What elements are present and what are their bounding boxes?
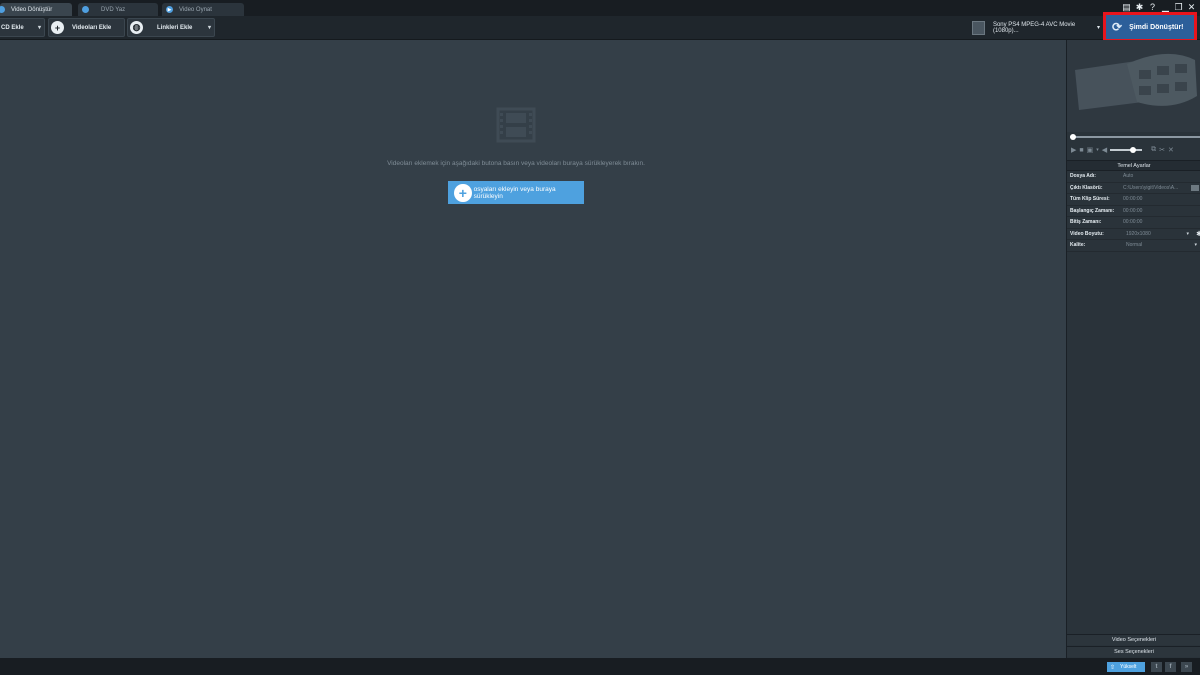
settings-row-quality: Kalite: Normal ▾ [1067, 240, 1200, 252]
basic-settings-header: Temel Ayarlar [1067, 160, 1200, 171]
chevron-down-icon: ▾ [1096, 25, 1100, 31]
convert-now-label: Şimdi Dönüştür! [1129, 23, 1184, 31]
volume-handle[interactable] [1129, 147, 1136, 153]
convert-highlight: ⟳ Şimdi Dönüştür! [1103, 12, 1197, 42]
folder-icon[interactable] [1191, 184, 1199, 191]
gear-icon[interactable]: ✱ [1196, 230, 1200, 238]
drop-hint-text: Videoları eklemek için aşağıdaki butona … [387, 160, 645, 167]
tab-video-convert[interactable]: Video Dönüştür [0, 3, 72, 16]
tab-label: Video Dönüştür [11, 6, 53, 13]
app-window: Video Dönüştür DVD Yaz ▶ Video Oynat ▤ ✱… [0, 0, 1200, 675]
plus-icon: + [454, 183, 472, 202]
settings-list: Dosya Adı: Auto Çıktı Klasörü: C:\Users\… [1067, 171, 1200, 252]
upgrade-button[interactable]: ⇧ Yükselt [1107, 662, 1145, 672]
chevron-down-icon: ▾ [1186, 230, 1189, 237]
add-videos-button[interactable]: + Videoları Ekle [48, 18, 125, 37]
chevron-down-icon[interactable]: ▾ [208, 24, 211, 31]
row-value: 1920x1080 [1126, 230, 1151, 237]
tools-icon[interactable]: ✕ [1168, 146, 1174, 154]
film-reel-icon [1075, 53, 1197, 110]
stop-icon[interactable]: ■ [1079, 147, 1083, 154]
settings-row-video-size: Video Boyutu: 1920x1080 ▾ ✱ [1067, 229, 1200, 240]
row-label: Tüm Klip Süresi: [1070, 196, 1110, 203]
row-value: C:\Users\yigit\Videos\A... [1123, 184, 1179, 191]
add-dvd-button[interactable]: CD Ekle ▾ [0, 18, 45, 37]
globe-icon: ◍ [130, 21, 143, 34]
add-links-label: Linkleri Ekle [157, 24, 193, 31]
row-label: Kalite: [1070, 242, 1086, 249]
seek-bar[interactable] [1070, 134, 1200, 140]
tab-label: Video Oynat [179, 6, 212, 13]
quality-select[interactable]: Normal ▾ [1121, 240, 1200, 251]
chevron-down-icon: ▾ [1194, 242, 1197, 249]
volume-slider[interactable] [1110, 147, 1143, 153]
volume-icon[interactable]: ◀ [1102, 146, 1107, 154]
row-label: Çıktı Klasörü: [1070, 184, 1103, 191]
add-links-button[interactable]: ◍ Linkleri Ekle ▾ [127, 18, 215, 37]
output-profile-select[interactable]: Sony PS4 MPEG-4 AVC Movie (1080p)... ▾ [972, 18, 1100, 37]
output-folder-field[interactable]: C:\Users\yigit\Videos\A... [1121, 183, 1200, 194]
play-icon: ▶ [166, 6, 173, 13]
volume-track [1110, 149, 1143, 151]
tab-dvd-burn[interactable]: DVD Yaz [78, 3, 158, 16]
row-label: Video Boyutu: [1070, 230, 1104, 237]
more-icon[interactable]: » [1181, 662, 1192, 672]
facebook-icon[interactable]: f [1165, 662, 1176, 672]
settings-row-start-time: Başlangıç Zamanı: 00:00:00 [1067, 206, 1200, 217]
refresh-icon: ⟳ [1112, 20, 1123, 34]
snapshot-icon[interactable]: ▣ [1087, 146, 1094, 154]
player-controls: ▶ ■ ▣ ▾ ◀ ⧉ ✂ ✕ [1067, 143, 1200, 157]
seek-track [1070, 136, 1200, 138]
add-videos-label: Videoları Ekle [72, 24, 112, 31]
add-files-button[interactable]: + osyaları ekleyin veya buraya sürükleyi… [448, 181, 584, 204]
add-files-label: osyaları ekleyin veya buraya sürükleyin [473, 185, 556, 200]
settings-row-output-folder: Çıktı Klasörü: C:\Users\yigit\Videos\A..… [1067, 183, 1200, 194]
video-options-header[interactable]: Video Seçenekleri [1067, 634, 1200, 645]
row-label: Başlangıç Zamanı: [1070, 207, 1115, 214]
row-value: Normal [1126, 242, 1143, 249]
right-panel: ▶ ■ ▣ ▾ ◀ ⧉ ✂ ✕ Temel Ayarlar Dosya Adı:… [1066, 40, 1200, 658]
toolbar: CD Ekle ▾ + Videoları Ekle ◍ Linkleri Ek… [0, 16, 1200, 40]
chevron-down-icon[interactable]: ▾ [38, 24, 41, 31]
film-icon [496, 107, 536, 143]
crop-icon[interactable]: ✂ [1159, 146, 1165, 154]
external-link-icon[interactable]: ⧉ [1151, 146, 1156, 154]
filename-field[interactable]: Auto [1121, 171, 1200, 182]
tab-label: DVD Yaz [101, 6, 126, 13]
add-video-icon: + [51, 21, 64, 34]
drop-area[interactable]: Videoları eklemek için aşağıdaki butona … [0, 40, 1066, 658]
tab-video-play[interactable]: ▶ Video Oynat [162, 3, 244, 16]
add-dvd-label: CD Ekle [1, 24, 24, 31]
status-bar [0, 658, 1200, 675]
video-convert-icon [0, 6, 5, 13]
device-icon [972, 20, 985, 35]
row-label: Dosya Adı: [1070, 173, 1096, 180]
row-value: 00:00:00 [1123, 207, 1143, 214]
upgrade-label: Yükselt [1120, 664, 1137, 670]
settings-row-end-time: Bitiş Zamanı: 00:00:00 [1067, 217, 1200, 229]
video-size-select[interactable]: 1920x1080 ▾ ✱ [1121, 229, 1200, 240]
audio-options-header[interactable]: Ses Seçenekleri [1067, 646, 1200, 657]
duration-value: 00:00:00 [1121, 194, 1200, 205]
disc-icon [82, 6, 89, 13]
twitter-icon[interactable]: t [1151, 662, 1162, 672]
preview-area [1067, 40, 1200, 132]
settings-row-duration: Tüm Klip Süresi: 00:00:00 [1067, 194, 1200, 206]
tab-bar: Video Dönüştür DVD Yaz ▶ Video Oynat ▤ ✱… [0, 0, 1200, 16]
row-value: 00:00:00 [1123, 219, 1143, 226]
convert-now-button[interactable]: ⟳ Şimdi Dönüştür! [1112, 15, 1188, 39]
play-icon[interactable]: ▶ [1071, 146, 1076, 154]
chevron-down-icon[interactable]: ▾ [1096, 147, 1099, 153]
start-time-field[interactable]: 00:00:00 [1121, 206, 1200, 217]
upload-icon: ⇧ [1110, 664, 1116, 671]
output-profile-value: Sony PS4 MPEG-4 AVC Movie (1080p)... [992, 21, 1076, 34]
end-time-field[interactable]: 00:00:00 [1121, 217, 1200, 228]
settings-row-filename: Dosya Adı: Auto [1067, 171, 1200, 183]
seek-handle[interactable] [1070, 134, 1076, 140]
row-value: 00:00:00 [1123, 196, 1143, 203]
row-label: Bitiş Zamanı: [1070, 219, 1102, 226]
row-value: Auto [1123, 173, 1134, 180]
